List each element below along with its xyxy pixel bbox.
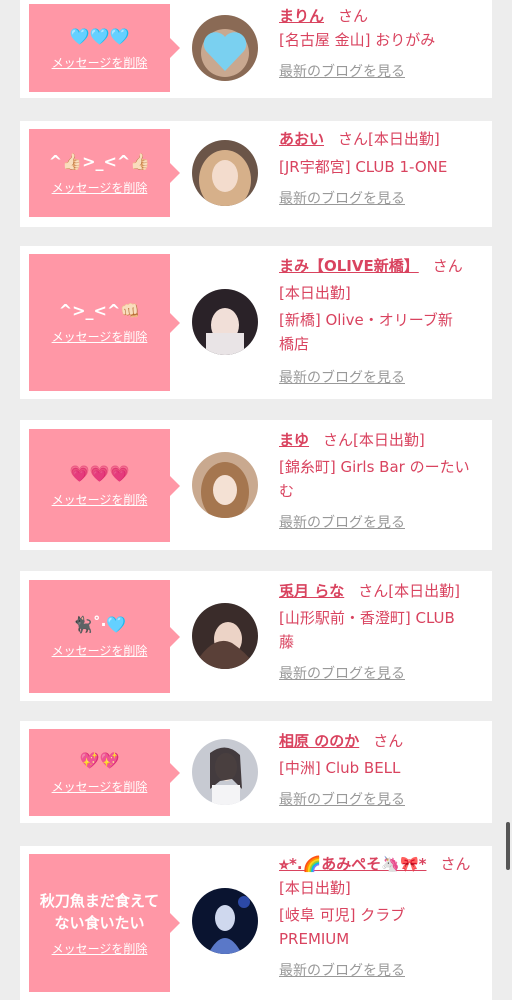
- latest-blog-link[interactable]: 最新のブログを見る: [279, 187, 487, 211]
- member-card: ^👍🏻>_<^👍🏻 メッセージを削除 あおい さん[本日出勤] [JR宇都宮] C…: [20, 121, 492, 227]
- delete-message-link[interactable]: メッセージを削除: [52, 328, 148, 345]
- honorific: さん: [358, 582, 389, 600]
- member-name-link[interactable]: まりん: [279, 7, 324, 25]
- avatar[interactable]: [192, 289, 258, 355]
- location-continued: 橋店: [279, 335, 310, 353]
- location: [JR宇都宮] CLUB 1-ONE: [279, 158, 448, 176]
- scrollbar[interactable]: [506, 822, 510, 870]
- message-text: 🐈‍⬛˚‧🩵: [72, 615, 127, 634]
- delete-message-link[interactable]: メッセージを削除: [52, 54, 148, 71]
- honorific: さん: [432, 257, 463, 275]
- message-text: 🩵🩵🩵: [69, 26, 130, 46]
- member-card: 💗💗💗 メッセージを削除 まゆ さん[本日出勤] [錦糸町] Girls Bar …: [20, 420, 492, 550]
- member-card: 💖💖 メッセージを削除 相原 ののか さん [中洲] Club BELL 最新のブ…: [20, 721, 492, 823]
- work-status: [本日出勤]: [279, 879, 351, 897]
- delete-message-link[interactable]: メッセージを削除: [52, 642, 148, 659]
- work-status: [本日出勤]: [368, 130, 440, 148]
- work-status: [本日出勤]: [388, 582, 460, 600]
- work-status: [本日出勤]: [279, 284, 351, 302]
- location: [名古屋 金山] おりがみ: [279, 31, 436, 49]
- delete-message-link[interactable]: メッセージを削除: [52, 179, 148, 196]
- latest-blog-link[interactable]: 最新のブログを見る: [279, 366, 487, 390]
- message-bubble: ^👍🏻>_<^👍🏻 メッセージを削除: [29, 129, 180, 217]
- message-bubble: 🐈‍⬛˚‧🩵 メッセージを削除: [29, 580, 180, 693]
- message-bubble: ^>_<^👊🏻 メッセージを削除: [29, 254, 180, 391]
- latest-blog-link[interactable]: 最新のブログを見る: [279, 60, 487, 84]
- honorific: さん: [440, 855, 471, 873]
- location: [岐阜 可児] クラブ: [279, 906, 406, 924]
- latest-blog-link[interactable]: 最新のブログを見る: [279, 959, 487, 983]
- location-continued: 藤: [279, 633, 295, 651]
- latest-blog-link[interactable]: 最新のブログを見る: [279, 788, 487, 812]
- work-status: [本日出勤]: [353, 431, 425, 449]
- message-bubble: 💗💗💗 メッセージを削除: [29, 429, 180, 542]
- honorific: さん: [338, 7, 369, 25]
- member-name-link[interactable]: あおい: [279, 130, 324, 148]
- location: [新橋] Olive・オリーブ新: [279, 311, 453, 329]
- delete-message-link[interactable]: メッセージを削除: [52, 491, 148, 508]
- delete-message-link[interactable]: メッセージを削除: [52, 778, 148, 795]
- honorific: さん: [373, 732, 404, 750]
- location-continued: PREMIUM: [279, 930, 350, 948]
- member-card: 🩵🩵🩵 メッセージを削除 まりん さん [名古屋 金山] おりがみ 最新のブログを…: [20, 0, 492, 98]
- avatar[interactable]: [192, 140, 258, 206]
- message-bubble: 💖💖 メッセージを削除: [29, 729, 180, 816]
- message-bubble: 秋刀魚まだ食えてない食いたい メッセージを削除: [29, 854, 180, 992]
- message-text: 秋刀魚まだ食えてない食いたい: [39, 891, 160, 932]
- avatar[interactable]: [192, 603, 258, 669]
- member-card: 秋刀魚まだ食えてない食いたい メッセージを削除 ⭐︎*.🌈あみぺそ🦄🎀* さん [本…: [20, 846, 492, 1000]
- message-text: 💗💗💗: [69, 464, 130, 483]
- message-text: ^>_<^👊🏻: [58, 301, 141, 320]
- member-card: 🐈‍⬛˚‧🩵 メッセージを削除 兎月 らな さん[本日出勤] [山形駅前・香澄町]…: [20, 571, 492, 701]
- latest-blog-link[interactable]: 最新のブログを見る: [279, 511, 487, 535]
- delete-message-link[interactable]: メッセージを削除: [52, 940, 148, 957]
- member-name-link[interactable]: 相原 ののか: [279, 732, 359, 750]
- member-name-link[interactable]: まみ【OLIVE新橋】: [279, 257, 419, 275]
- latest-blog-link[interactable]: 最新のブログを見る: [279, 662, 487, 686]
- location: [錦糸町] Girls Bar のーたい: [279, 458, 470, 476]
- location: [山形駅前・香澄町] CLUB: [279, 609, 455, 627]
- avatar[interactable]: [192, 15, 258, 81]
- member-card: ^>_<^👊🏻 メッセージを削除 まみ【OLIVE新橋】 さん [本日出勤] [新…: [20, 246, 492, 399]
- member-name-link[interactable]: ⭐︎*.🌈あみぺそ🦄🎀*: [279, 855, 426, 873]
- member-name-link[interactable]: まゆ: [279, 431, 309, 449]
- member-name-link[interactable]: 兎月 らな: [279, 582, 344, 600]
- honorific: さん: [323, 431, 354, 449]
- avatar[interactable]: [192, 452, 258, 518]
- message-text: 💖💖: [79, 751, 120, 770]
- message-bubble: 🩵🩵🩵 メッセージを削除: [29, 4, 180, 92]
- avatar[interactable]: [192, 739, 258, 805]
- message-text: ^👍🏻>_<^👍🏻: [48, 151, 151, 171]
- location: [中洲] Club BELL: [279, 759, 401, 777]
- honorific: さん: [338, 130, 369, 148]
- location-continued: む: [279, 482, 295, 500]
- avatar[interactable]: [192, 888, 258, 954]
